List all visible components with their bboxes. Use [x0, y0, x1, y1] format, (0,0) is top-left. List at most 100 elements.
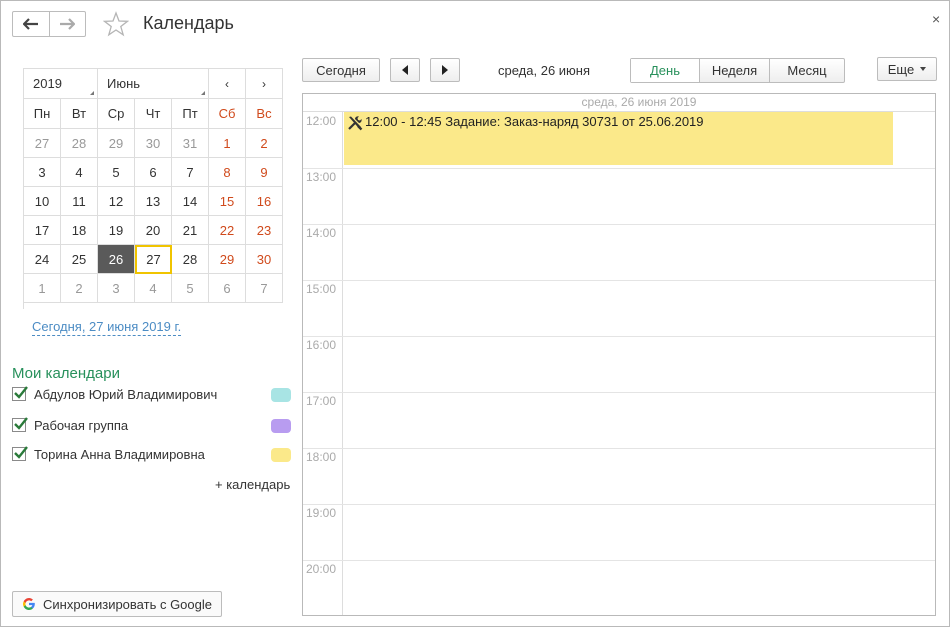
tab-day[interactable]: День [631, 59, 699, 82]
day-cell[interactable]: 13 [135, 187, 172, 216]
event-text: 12:00 - 12:45 Задание: Заказ-наряд 30731… [365, 114, 704, 129]
arrow-left-icon [22, 18, 38, 30]
close-icon[interactable]: × [932, 11, 940, 27]
day-cell[interactable]: 15 [209, 187, 246, 216]
forward-button[interactable] [48, 12, 86, 36]
day-cell[interactable]: 2 [246, 129, 283, 158]
day-cell[interactable]: 4 [61, 158, 98, 187]
view-switcher: День Неделя Месяц [630, 58, 845, 83]
hour-label: 12:00 [306, 114, 337, 128]
day-cell[interactable]: 29 [98, 129, 135, 158]
year-select[interactable]: 2019 [24, 69, 98, 98]
day-cell[interactable]: 30 [246, 245, 283, 274]
day-cell[interactable]: 4 [135, 274, 172, 303]
calendar-checkbox[interactable] [12, 446, 28, 461]
day-view-date: среда, 26 июня 2019 [581, 95, 697, 109]
day-cell[interactable]: 1 [209, 129, 246, 158]
day-view: среда, 26 июня 2019 12:00 13:00 14:00 15… [302, 93, 936, 616]
day-cell[interactable]: 19 [98, 216, 135, 245]
calendar-event[interactable]: 12:00 - 12:45 Задание: Заказ-наряд 30731… [344, 112, 893, 165]
day-cell[interactable]: 23 [246, 216, 283, 245]
day-cell[interactable]: 3 [98, 274, 135, 303]
day-cell[interactable]: 29 [209, 245, 246, 274]
day-cell[interactable]: 6 [209, 274, 246, 303]
google-icon [23, 598, 35, 610]
selected-day-cell[interactable]: 26 [98, 245, 135, 274]
hour-slot[interactable]: 13:00 [303, 168, 935, 225]
calendar-window: Календарь × 2019 Июнь ‹ › Пн Вт Ср Чт Пт [0, 0, 950, 627]
day-cell[interactable]: 7 [246, 274, 283, 303]
current-date-label: среда, 26 июня [498, 63, 591, 78]
hour-label: 13:00 [306, 170, 337, 184]
day-cell[interactable]: 27 [24, 129, 61, 158]
day-cell[interactable]: 8 [209, 158, 246, 187]
hour-label: 15:00 [306, 282, 337, 296]
day-cell[interactable]: 24 [24, 245, 61, 274]
day-cell[interactable]: 9 [246, 158, 283, 187]
today-day-cell[interactable]: 27 [135, 245, 172, 274]
chevron-right-icon: › [262, 76, 266, 91]
tab-week[interactable]: Неделя [699, 59, 769, 82]
day-cell[interactable]: 11 [61, 187, 98, 216]
day-cell[interactable]: 18 [61, 216, 98, 245]
add-calendar-link[interactable]: + календарь [215, 477, 290, 492]
day-cell[interactable]: 28 [61, 129, 98, 158]
more-button[interactable]: Еще [877, 57, 937, 81]
today-button[interactable]: Сегодня [302, 58, 380, 82]
calendar-checkbox[interactable] [12, 386, 28, 401]
mini-calendar-header: 2019 Июнь ‹ › [24, 69, 283, 99]
day-cell[interactable]: 5 [98, 158, 135, 187]
day-cell[interactable]: 10 [24, 187, 61, 216]
day-cell[interactable]: 22 [209, 216, 246, 245]
weekday-label: Пн [24, 99, 61, 129]
weekday-label: Вт [61, 99, 98, 129]
hour-slot[interactable]: 17:00 [303, 392, 935, 449]
day-cell[interactable]: 28 [172, 245, 209, 274]
caret-down-icon [920, 67, 927, 71]
day-cell[interactable]: 14 [172, 187, 209, 216]
chevron-left-icon: ‹ [225, 76, 229, 91]
calendar-item: Рабочая группа [12, 417, 293, 436]
day-cell[interactable]: 12 [98, 187, 135, 216]
calendar-color-swatch[interactable] [271, 388, 291, 402]
tab-month[interactable]: Месяц [769, 59, 844, 82]
day-cell[interactable]: 17 [24, 216, 61, 245]
hour-slot[interactable]: 20:00 [303, 560, 935, 615]
next-day-button[interactable] [430, 58, 460, 82]
day-cell[interactable]: 31 [172, 129, 209, 158]
back-button[interactable] [13, 12, 49, 36]
day-grid: Пн Вт Ср Чт Пт Сб Вс 27 28 29 30 31 1 2 … [24, 99, 283, 303]
my-calendars-title: Мои календари [12, 365, 120, 382]
day-cell[interactable]: 3 [24, 158, 61, 187]
day-cell[interactable]: 20 [135, 216, 172, 245]
day-cell[interactable]: 25 [61, 245, 98, 274]
hour-slot[interactable]: 18:00 [303, 448, 935, 505]
hour-slot[interactable]: 15:00 [303, 280, 935, 337]
day-cell[interactable]: 16 [246, 187, 283, 216]
hour-slot[interactable]: 14:00 [303, 224, 935, 281]
google-sync-label: Синхронизировать с Google [43, 596, 212, 612]
arrow-right-icon [60, 18, 76, 30]
star-icon[interactable] [103, 11, 129, 37]
calendar-item: Абдулов Юрий Владимирович [12, 386, 293, 405]
hour-slot[interactable]: 19:00 [303, 504, 935, 561]
day-cell[interactable]: 1 [24, 274, 61, 303]
day-cell[interactable]: 7 [172, 158, 209, 187]
day-cell[interactable]: 2 [61, 274, 98, 303]
calendar-color-swatch[interactable] [271, 448, 291, 462]
prev-day-button[interactable] [390, 58, 420, 82]
triangle-left-icon [402, 65, 408, 75]
google-sync-button[interactable]: Синхронизировать с Google [12, 591, 222, 617]
calendar-color-swatch[interactable] [271, 419, 291, 433]
day-cell[interactable]: 30 [135, 129, 172, 158]
month-select[interactable]: Июнь [98, 69, 209, 98]
calendar-checkbox[interactable] [12, 417, 28, 432]
day-cell[interactable]: 6 [135, 158, 172, 187]
today-link[interactable]: Сегодня, 27 июня 2019 г. [32, 319, 182, 336]
day-cell[interactable]: 5 [172, 274, 209, 303]
hour-slot[interactable]: 16:00 [303, 336, 935, 393]
day-cell[interactable]: 21 [172, 216, 209, 245]
prev-month-button[interactable]: ‹ [209, 69, 246, 98]
weekday-label: Сб [209, 99, 246, 129]
next-month-button[interactable]: › [246, 69, 283, 98]
